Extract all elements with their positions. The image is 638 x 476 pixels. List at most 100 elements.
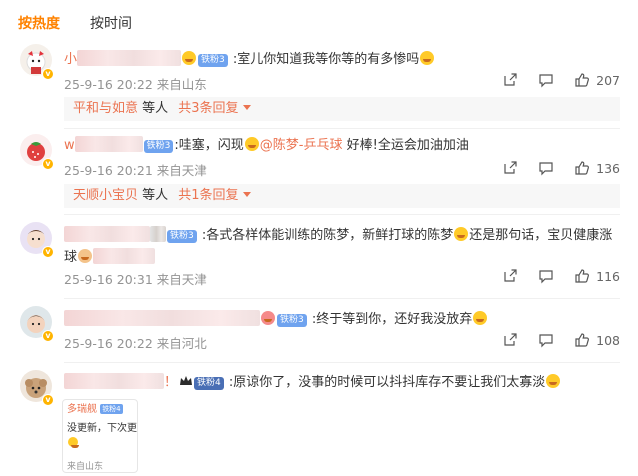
comment-icon xyxy=(539,162,553,176)
emoji-icon xyxy=(261,311,275,325)
redacted-text xyxy=(93,248,156,264)
emoji-icon xyxy=(473,311,488,325)
reply-count: 共3条回复 xyxy=(178,101,239,116)
fan-badge: 铁粉4 xyxy=(194,377,224,390)
reply-mid: 等人 xyxy=(138,101,173,116)
like-button[interactable]: 108 xyxy=(574,332,620,348)
comment-meta: 25-9-16 20:22 来自河北 xyxy=(64,336,207,351)
like-count: 136 xyxy=(596,160,620,176)
emoji-icon xyxy=(67,436,133,450)
share-button[interactable] xyxy=(502,268,518,284)
comment-actions: 207 xyxy=(482,72,620,88)
comment-text: :室儿你知道我等你等的有多惨吗 xyxy=(232,52,420,67)
redacted-username xyxy=(150,226,166,242)
comment-text: :哇塞，闪现 xyxy=(174,138,244,153)
reply-mid: 等人 xyxy=(138,188,173,203)
fan-badge: 铁粉3 xyxy=(198,54,228,67)
quoted-location: 来自山东 xyxy=(67,462,104,472)
comment-actions: 116 xyxy=(482,268,620,284)
comment-actions: 136 xyxy=(482,160,620,176)
crown-icon xyxy=(180,376,193,385)
verified-badge-icon: v xyxy=(42,246,54,258)
divider xyxy=(64,128,620,129)
reply-more-link[interactable]: 共3条回复 xyxy=(178,101,251,116)
reply-users[interactable]: 天顺小宝贝 xyxy=(73,188,138,203)
share-icon xyxy=(504,333,517,346)
share-icon xyxy=(504,73,517,86)
comment-button[interactable] xyxy=(538,160,554,176)
username[interactable]: 小 xyxy=(64,52,77,67)
verified-badge-icon: v xyxy=(42,394,54,406)
like-icon xyxy=(575,161,590,175)
emoji-icon xyxy=(454,227,469,241)
like-button[interactable]: 207 xyxy=(574,72,620,88)
share-icon xyxy=(504,161,517,174)
tab-hot[interactable]: 按热度 xyxy=(18,13,60,33)
comment-text-tail: 球 xyxy=(64,250,78,265)
username-suffix: ！ xyxy=(164,375,178,390)
emoji-icon xyxy=(546,374,561,388)
reply-count: 共1条回复 xyxy=(178,188,239,203)
emoji-icon xyxy=(78,249,93,263)
verified-badge-icon: v xyxy=(42,158,54,170)
comment-body: w 铁粉3:哇塞，闪现 @陈梦-乒乓球 好棒!全运会加油加油 xyxy=(64,136,620,155)
reply-users[interactable]: 平和与如意 xyxy=(73,101,138,116)
comment-text: :终于等到你，还好我没放弃 xyxy=(311,312,473,327)
emoji-icon xyxy=(182,51,197,65)
comment-meta: 25-9-16 20:22 来自山东 xyxy=(64,77,207,92)
comment-text: :各式各样体能训练的陈梦，新鲜打球的陈梦 xyxy=(201,228,454,243)
comment-body: ！ 铁粉4 :原谅你了，没事的时候可以抖抖库存不要让我们太寡淡 xyxy=(64,373,620,392)
divider xyxy=(64,298,620,299)
share-button[interactable] xyxy=(502,332,518,348)
reply-summary: 平和与如意 等人 共3条回复 xyxy=(64,97,620,121)
fan-badge: 铁粉3 xyxy=(143,140,174,153)
sort-tabs: 按热度 按时间 xyxy=(18,13,132,33)
comment-meta: 25-9-16 20:21 来自天津 xyxy=(64,163,207,178)
comment-body: 铁粉3 :终于等到你，还好我没放弃 xyxy=(64,310,620,329)
comment-button[interactable] xyxy=(538,268,554,284)
like-icon xyxy=(575,73,590,87)
comment-button[interactable] xyxy=(538,332,554,348)
redacted-username xyxy=(74,136,143,152)
username[interactable]: w xyxy=(64,138,75,153)
comment-icon xyxy=(539,74,553,88)
fan-badge: 铁粉4 xyxy=(100,404,123,414)
comment-icon xyxy=(539,270,553,284)
comment-text-tail: 好棒!全运会加油加油 xyxy=(342,138,469,153)
divider xyxy=(64,362,620,363)
like-button[interactable]: 116 xyxy=(574,268,620,284)
comment-button[interactable] xyxy=(538,72,554,88)
comment-body: 小 铁粉3 :室儿你知道我等你等的有多惨吗 xyxy=(64,50,620,69)
fan-badge: 铁粉3 xyxy=(277,314,307,327)
mention-link[interactable]: @陈梦-乒乓球 xyxy=(260,138,343,153)
share-button[interactable] xyxy=(502,72,518,88)
comment-text: :原谅你了，没事的时候可以抖抖库存不要让我们太寡淡 xyxy=(228,375,546,390)
reply-summary: 天顺小宝贝 等人 共1条回复 xyxy=(64,184,620,208)
like-icon xyxy=(575,333,590,347)
comment-text-mid: 还是那句话，宝贝健康涨 xyxy=(469,228,613,243)
emoji-icon xyxy=(420,51,435,65)
chevron-down-icon xyxy=(242,105,251,110)
comment-icon xyxy=(539,334,553,348)
emoji-icon xyxy=(244,137,259,151)
verified-badge-icon: v xyxy=(42,330,54,342)
fan-badge: 铁粉3 xyxy=(167,230,197,243)
like-icon xyxy=(575,269,590,283)
comment-actions: 108 xyxy=(482,332,620,348)
reply-more-link[interactable]: 共1条回复 xyxy=(178,188,251,203)
quoted-text: 没更新，下次更新 xyxy=(67,423,137,434)
share-button[interactable] xyxy=(502,160,518,176)
redacted-username xyxy=(77,50,182,66)
redacted-username xyxy=(64,310,260,326)
tab-time[interactable]: 按时间 xyxy=(90,13,132,33)
like-count: 207 xyxy=(596,72,620,88)
quoted-username[interactable]: 多瑞舰 xyxy=(67,404,97,415)
redacted-username xyxy=(64,373,164,389)
chevron-down-icon xyxy=(242,192,251,197)
comment-meta: 25-9-16 20:31 来自天津 xyxy=(64,272,207,287)
like-button[interactable]: 136 xyxy=(574,160,620,176)
divider xyxy=(64,214,620,215)
comment-body: 铁粉3 :各式各样体能训练的陈梦，新鲜打球的陈梦 还是那句话，宝贝健康涨 球 xyxy=(64,225,620,269)
quoted-post-card[interactable]: 多瑞舰 铁粉4 没更新，下次更新 来自山东 xyxy=(62,399,138,473)
share-icon xyxy=(504,269,517,282)
